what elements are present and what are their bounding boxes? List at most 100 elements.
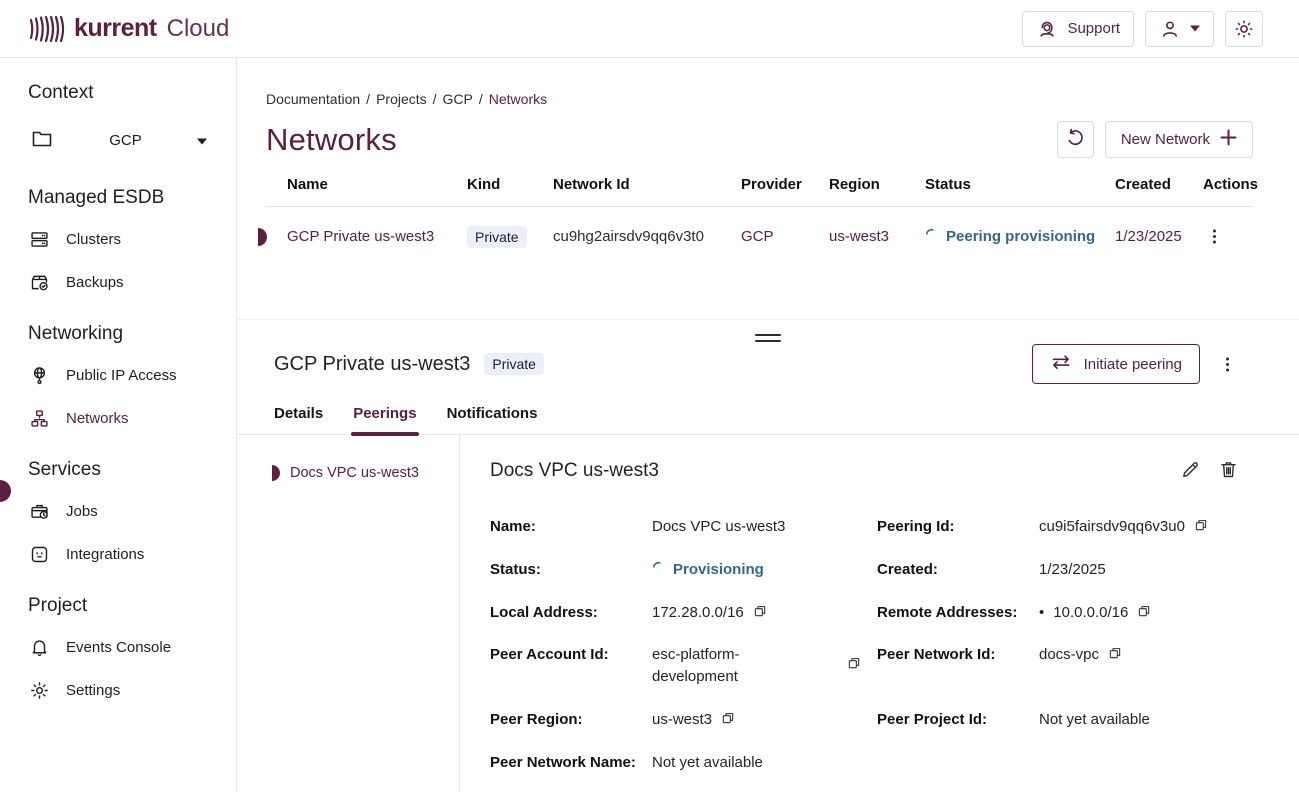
- delete-peering-button[interactable]: [1216, 457, 1241, 485]
- breadcrumb-item[interactable]: Documentation: [266, 91, 360, 107]
- table-row[interactable]: GCP Private us-west3 Private cu9hg2airsd…: [266, 207, 1253, 266]
- status-text: Peering provisioning: [946, 228, 1095, 245]
- brand-logo[interactable]: kurrent Cloud: [28, 14, 229, 44]
- field-label: Name:: [490, 516, 652, 538]
- peering-detail-title: Docs VPC us-west3: [490, 460, 659, 482]
- copy-icon[interactable]: [847, 656, 861, 670]
- bullet-glyph: •: [1039, 602, 1044, 624]
- initiate-peering-button[interactable]: Initiate peering: [1032, 344, 1200, 384]
- sidebar-item-public-ip-access[interactable]: Public IP Access: [28, 365, 236, 386]
- field-label: Remote Addresses:: [877, 602, 1039, 624]
- copy-icon[interactable]: [753, 604, 767, 618]
- top-header: kurrent Cloud Support: [0, 0, 1299, 58]
- section-title-networking: Networking: [28, 323, 236, 345]
- sidebar-item-label: Events Console: [66, 639, 171, 656]
- sidebar-item-jobs[interactable]: Jobs: [28, 501, 236, 522]
- bell-icon: [28, 637, 50, 658]
- sidebar: Context GCP Managed ESDB: [0, 58, 237, 792]
- sidebar-item-clusters[interactable]: Clusters: [28, 229, 236, 250]
- peering-list-item[interactable]: Docs VPC us-west3: [274, 465, 459, 481]
- sidebar-item-integrations[interactable]: Integrations: [28, 544, 236, 565]
- sidebar-item-backups[interactable]: Backups: [28, 272, 236, 293]
- sidebar-section-services: Services Jobs: [28, 459, 236, 565]
- copy-icon[interactable]: [721, 711, 735, 725]
- chevron-down-icon: [197, 132, 207, 150]
- support-button[interactable]: Support: [1022, 11, 1134, 47]
- kurrent-logo-icon: [28, 14, 66, 44]
- tab-details[interactable]: Details: [274, 405, 323, 434]
- spinner-icon: [925, 228, 938, 245]
- context-selected-value: GCP: [54, 132, 197, 149]
- field-value-name: Docs VPC us-west3: [652, 516, 877, 538]
- peering-fields: Name: Docs VPC us-west3 Peering Id: cu9i…: [490, 516, 1241, 773]
- breadcrumb-item[interactable]: Projects: [376, 91, 427, 107]
- network-name-link[interactable]: GCP Private us-west3: [287, 228, 467, 245]
- theme-toggle-button[interactable]: [1225, 11, 1263, 47]
- pencil-icon: [1180, 459, 1201, 483]
- row-kebab-menu-button[interactable]: [1203, 224, 1226, 249]
- sidebar-item-label: Public IP Access: [66, 367, 177, 384]
- folder-icon: [30, 126, 54, 155]
- brand-suffix: Cloud: [167, 15, 230, 43]
- networks-table: Name Kind Network Id Provider Region Sta…: [266, 176, 1253, 266]
- peering-item-label: Docs VPC us-west3: [290, 465, 419, 481]
- context-selector[interactable]: GCP: [28, 124, 213, 157]
- panel-kebab-menu-button[interactable]: [1216, 352, 1239, 377]
- peerings-list: Docs VPC us-west3: [237, 435, 460, 792]
- section-title-managed-esdb: Managed ESDB: [28, 187, 236, 209]
- sidebar-section-networking: Networking Public IP Access: [28, 323, 236, 429]
- sidebar-item-events-console[interactable]: Events Console: [28, 637, 236, 658]
- tab-notifications[interactable]: Notifications: [447, 405, 538, 434]
- field-value-status: Provisioning: [652, 559, 877, 581]
- globe-icon: [28, 365, 50, 386]
- column-header-kind: Kind: [467, 176, 553, 193]
- sidebar-section-project: Project Events Console: [28, 595, 236, 701]
- refresh-icon: [1065, 128, 1085, 152]
- field-value-peer-network-name: Not yet available: [652, 752, 877, 774]
- refresh-button[interactable]: [1057, 121, 1094, 158]
- column-header-region: Region: [829, 176, 925, 193]
- field-value-peer-project-id: Not yet available: [1039, 709, 1241, 731]
- initiate-peering-label: Initiate peering: [1084, 356, 1182, 373]
- field-value-peer-network-id: docs-vpc: [1039, 644, 1241, 688]
- field-label: Peer Network Name:: [490, 752, 652, 774]
- breadcrumb-current: Networks: [489, 91, 547, 107]
- network-kind-cell: Private: [467, 226, 553, 248]
- gear-icon: [28, 680, 50, 701]
- network-hierarchy-icon: [28, 408, 50, 429]
- copy-icon[interactable]: [1194, 518, 1208, 532]
- user-menu-button[interactable]: [1145, 11, 1214, 47]
- region-cell: us-west3: [829, 228, 925, 245]
- tab-peerings[interactable]: Peerings: [353, 405, 416, 434]
- sidebar-item-label: Clusters: [66, 231, 121, 248]
- field-label: Peering Id:: [877, 516, 1039, 538]
- copy-icon[interactable]: [1137, 604, 1151, 618]
- outlet-icon: [28, 544, 50, 565]
- actions-cell: [1203, 224, 1253, 249]
- sidebar-item-networks[interactable]: Networks: [28, 408, 236, 429]
- field-label: Peer Region:: [490, 709, 652, 731]
- sidebar-item-settings[interactable]: Settings: [28, 680, 236, 701]
- breadcrumb: Documentation/Projects/GCP/Networks: [266, 91, 1253, 107]
- field-label: Peer Project Id:: [877, 709, 1039, 731]
- sun-icon: [1233, 18, 1255, 40]
- field-value-remote-addresses: • 10.0.0.0/16: [1039, 602, 1241, 624]
- headset-icon: [1036, 18, 1058, 40]
- panel-drag-handle[interactable]: [755, 330, 781, 346]
- sidebar-item-label: Integrations: [66, 546, 144, 563]
- main-content: Documentation/Projects/GCP/Networks Netw…: [237, 58, 1299, 792]
- sidebar-section-context: Context GCP: [28, 82, 236, 157]
- clusters-icon: [28, 229, 50, 250]
- created-cell: 1/23/2025: [1115, 228, 1203, 245]
- panel-kind-badge: Private: [484, 353, 544, 375]
- backups-icon: [28, 272, 50, 293]
- brand-name: kurrent: [74, 14, 157, 43]
- copy-icon[interactable]: [1108, 646, 1122, 660]
- provider-cell: GCP: [741, 228, 829, 245]
- new-network-button[interactable]: New Network: [1105, 121, 1253, 158]
- user-icon: [1159, 18, 1181, 40]
- edit-peering-button[interactable]: [1178, 457, 1203, 485]
- plus-icon: [1220, 129, 1237, 150]
- breadcrumb-item[interactable]: GCP: [443, 91, 473, 107]
- field-label: Created:: [877, 559, 1039, 581]
